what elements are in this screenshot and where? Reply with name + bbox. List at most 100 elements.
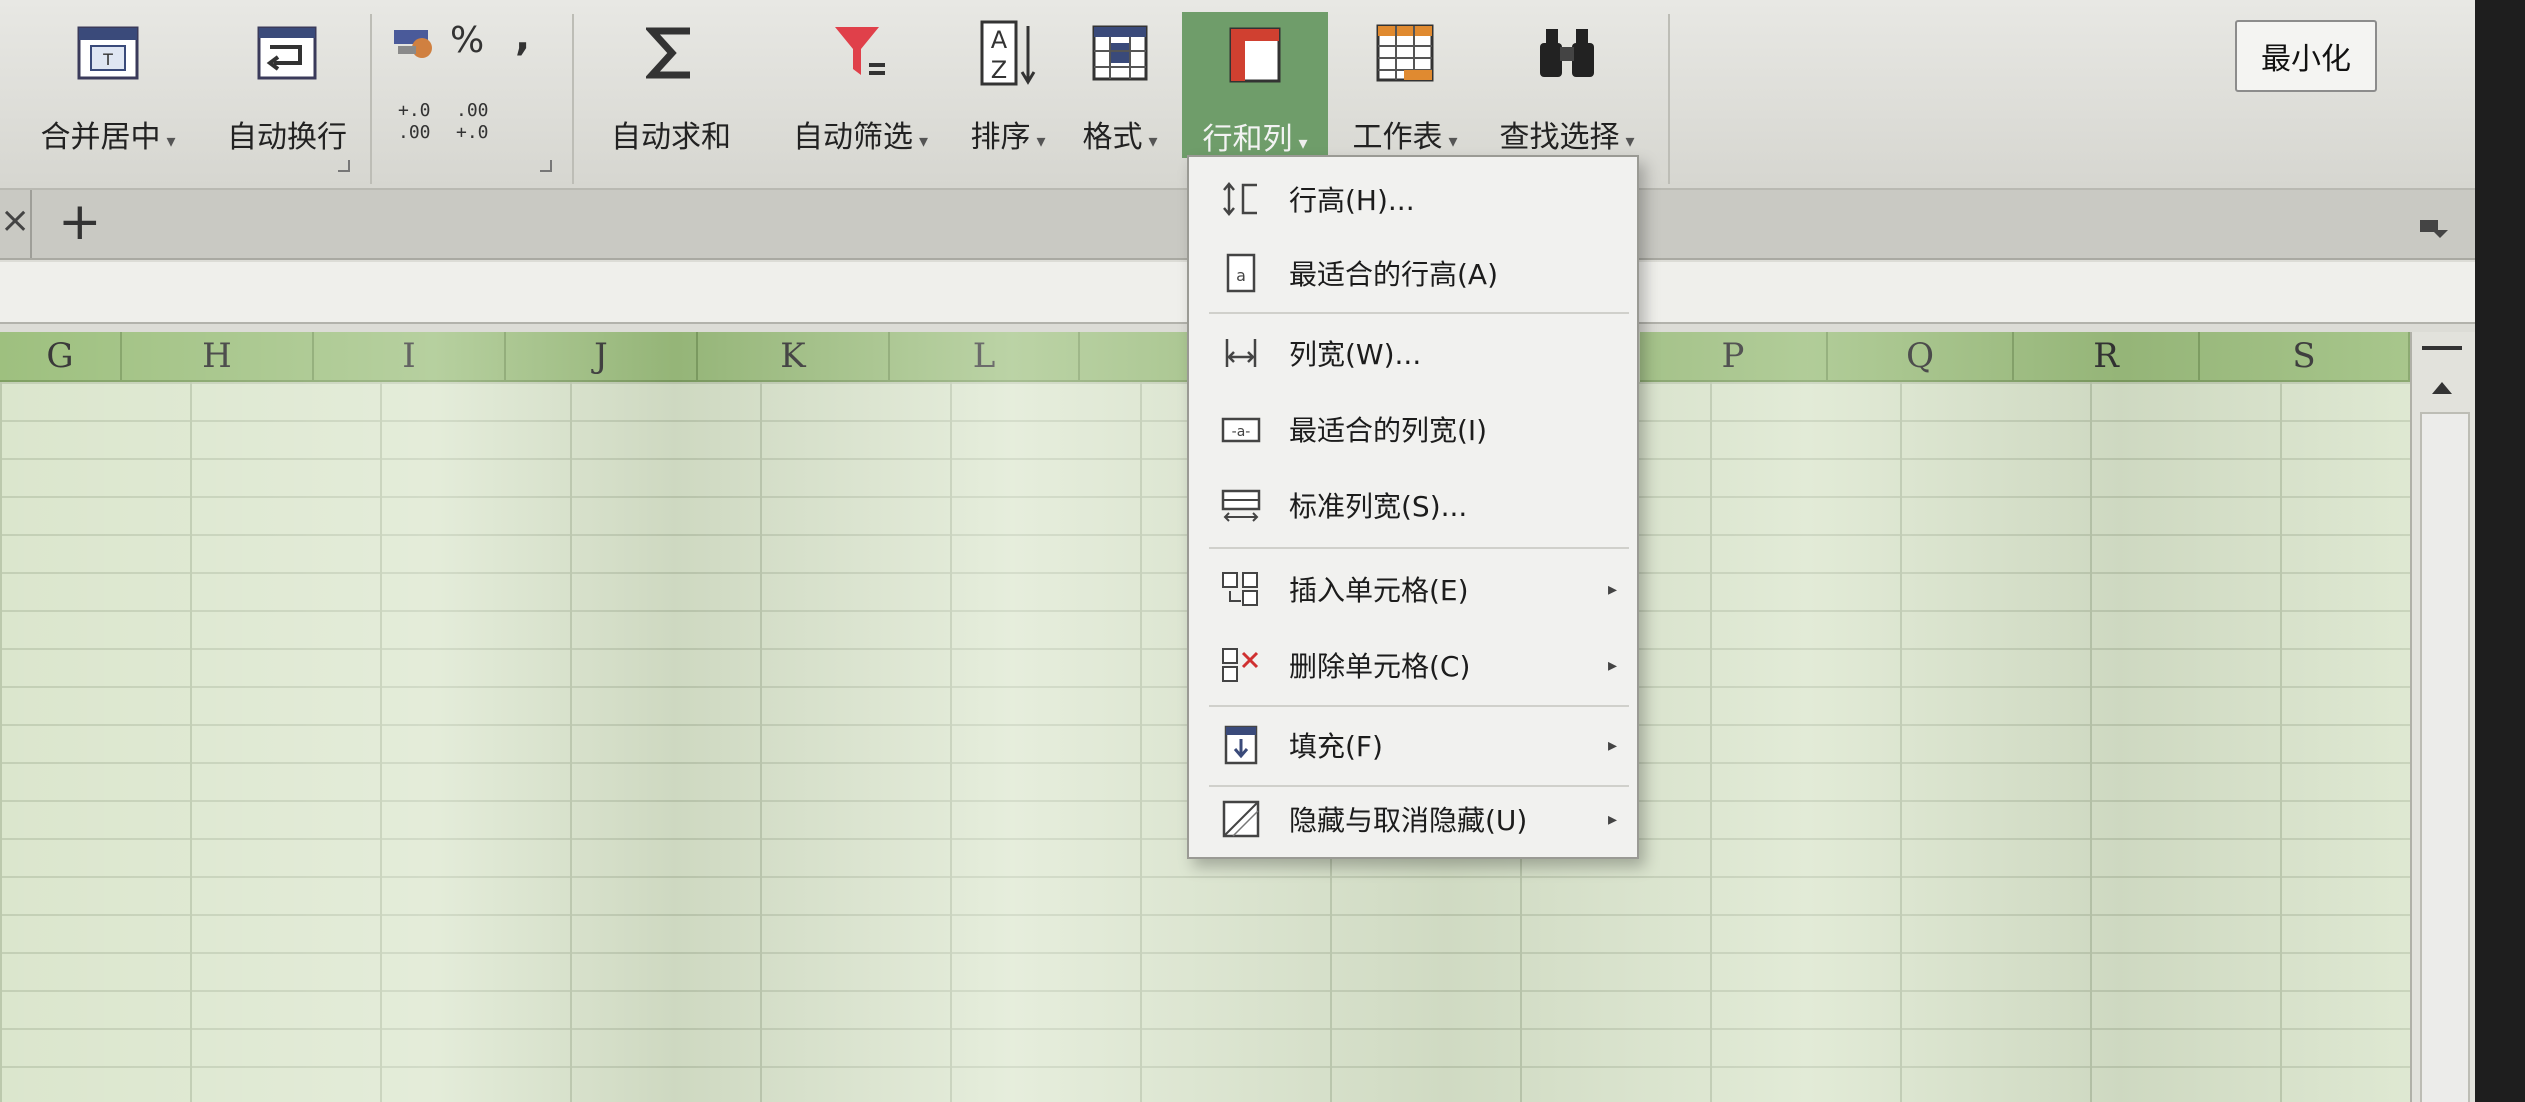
menu-item-label: 最适合的行高(A) [1289,258,1499,291]
tab-list-icon[interactable] [2418,218,2448,240]
split-handle-icon[interactable] [2422,346,2462,350]
menu-separator [1209,547,1629,549]
auto-filter-button[interactable]: 自动筛选 ▾ [778,10,943,160]
wrap-text-label: 自动换行 [227,120,347,155]
percent-style-button[interactable]: % [450,20,484,61]
submenu-arrow-icon: ▸ [1607,734,1617,756]
merge-center-label: 合并居中 [40,120,161,155]
sort-label: 排序 [970,120,1031,155]
column-header-j[interactable]: J [506,332,698,382]
menu-item-label: 删除单元格(C) [1289,650,1471,683]
menu-separator [1209,705,1629,707]
worksheet-label: 工作表 [1352,120,1443,155]
menu-item-insert-cells[interactable]: 插入单元格(E) ▸ [1189,553,1637,625]
menu-item-label: 填充(F) [1289,730,1383,763]
wrap-text-icon [256,22,318,84]
auto-filter-label: 自动筛选 [792,120,913,155]
menu-item-autofit-column-width[interactable]: -a- 最适合的列宽(I) [1189,393,1637,465]
monitor-bezel [2475,0,2525,1102]
svg-text:a: a [1236,266,1246,285]
comma-style-button[interactable]: , [515,14,530,60]
menu-item-label: 插入单元格(E) [1289,574,1469,607]
funnel-icon [830,22,892,84]
sort-az-icon: AZ [977,20,1039,86]
svg-text:T: T [102,50,113,69]
menu-item-hide-unhide[interactable]: 隐藏与取消隐藏(U) ▸ [1189,783,1637,855]
scroll-up-icon[interactable] [2432,382,2452,394]
format-label: 格式 [1082,120,1143,155]
vertical-scrollbar[interactable] [2410,332,2475,1102]
submenu-arrow-icon: ▸ [1607,808,1617,830]
binoculars-icon [1536,22,1598,84]
worksheet-icon [1374,22,1436,84]
rows-columns-icon [1224,24,1286,86]
chevron-down-icon: ▾ [918,131,929,152]
autofit-column-icon: -a- [1219,409,1263,449]
chevron-down-icon: ▾ [1448,131,1458,152]
menu-item-label: 列宽(W)... [1289,338,1422,371]
auto-sum-label: 自动求和 [611,120,731,155]
format-grid-icon [1089,22,1151,84]
menu-item-row-height[interactable]: 行高(H)... [1189,163,1637,235]
column-width-icon [1219,333,1263,373]
hide-unhide-icon [1219,799,1263,839]
column-header-r[interactable]: R [2014,332,2200,382]
fill-icon [1219,725,1263,765]
chevron-down-icon: ▾ [1625,131,1635,152]
sort-button[interactable]: AZ 排序 ▾ [958,10,1058,160]
sigma-icon [640,22,702,84]
group-separator [572,14,574,184]
submenu-arrow-icon: ▸ [1607,654,1617,676]
menu-item-column-width[interactable]: 列宽(W)... [1189,317,1637,389]
find-select-button[interactable]: 查找选择 ▾ [1482,10,1652,160]
svg-text:A: A [991,26,1008,54]
column-header-s[interactable]: S [2200,332,2410,382]
menu-item-fill[interactable]: 填充(F) ▸ [1189,709,1637,781]
wrap-text-button[interactable]: 自动换行 [212,10,362,160]
currency-format-icon[interactable] [392,24,442,64]
close-tab-icon[interactable]: × [0,200,30,241]
group-separator [1668,14,1670,184]
column-header-l[interactable]: L [890,332,1080,382]
column-header-g[interactable]: G [0,332,122,382]
menu-item-label: 标准列宽(S)... [1289,490,1468,523]
merge-center-button[interactable]: T 合并居中 ▾ [18,10,198,160]
group-separator [370,14,372,184]
column-header-k[interactable]: K [698,332,890,382]
column-header-p[interactable]: P [1640,332,1828,382]
svg-text:-a-: -a- [1232,424,1251,440]
auto-sum-button[interactable]: 自动求和 [596,10,746,160]
menu-item-label: 最适合的列宽(I) [1289,414,1488,447]
format-button[interactable]: 格式 ▾ [1070,10,1170,160]
insert-cells-icon [1219,569,1263,609]
rows-columns-button[interactable]: 行和列 ▾ [1182,12,1328,158]
new-tab-button[interactable]: + [58,192,102,252]
svg-text:Z: Z [991,56,1007,84]
column-header-q[interactable]: Q [1828,332,2014,382]
worksheet-button[interactable]: 工作表 ▾ [1340,10,1470,160]
chevron-down-icon: ▾ [1148,131,1158,152]
column-header-h[interactable]: H [122,332,314,382]
chevron-down-icon: ▾ [1298,133,1308,154]
menu-item-delete-cells[interactable]: 删除单元格(C) ▸ [1189,629,1637,701]
alignment-group-launcher[interactable] [338,160,350,172]
rows-columns-label: 行和列 [1202,122,1293,157]
increase-decimal-button[interactable]: +.0 .00 [398,100,438,144]
number-group-launcher[interactable] [540,160,552,172]
rows-columns-menu: 行高(H)... a 最适合的行高(A) 列宽(W)... -a- 最适合的列宽… [1187,155,1639,859]
standard-width-icon [1219,485,1263,525]
minimize-ribbon-button[interactable]: 最小化 [2235,20,2377,92]
menu-item-label: 行高(H)... [1289,184,1415,217]
row-height-icon [1219,179,1263,219]
tab-separator [30,190,32,258]
decrease-decimal-button[interactable]: .00 +.0 [456,100,496,144]
menu-item-standard-width[interactable]: 标准列宽(S)... [1189,469,1637,541]
submenu-arrow-icon: ▸ [1607,578,1617,600]
scroll-track[interactable] [2420,412,2470,1102]
column-header-i[interactable]: I [314,332,506,382]
menu-separator [1209,312,1629,314]
find-select-label: 查找选择 [1499,120,1620,155]
menu-item-autofit-row-height[interactable]: a 最适合的行高(A) [1189,237,1637,309]
spreadsheet-window: T 合并居中 ▾ 自动换行 % , +.0 .00 .00 +.0 自动求和 自… [0,0,2475,1102]
menu-item-label: 隐藏与取消隐藏(U) [1289,804,1528,837]
